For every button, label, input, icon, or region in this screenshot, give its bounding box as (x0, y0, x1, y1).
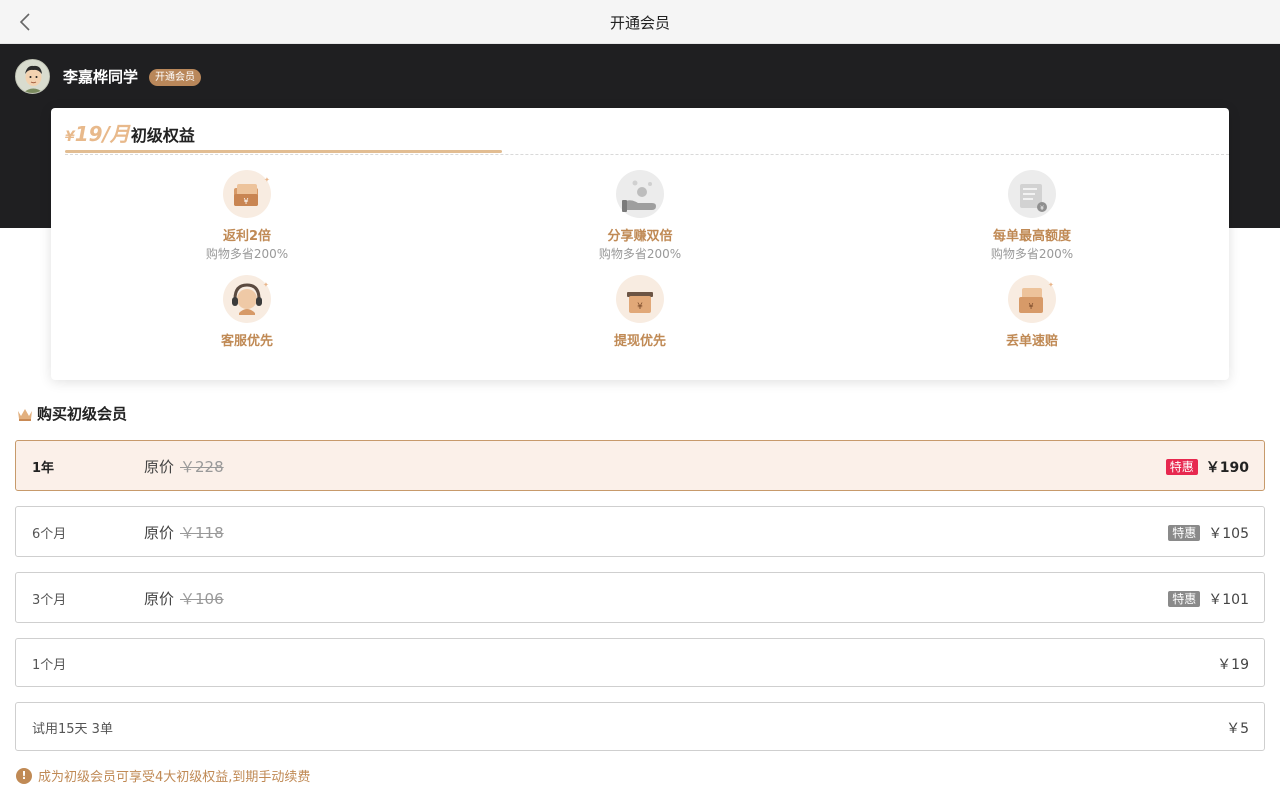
plan-term: 6个月 (32, 527, 67, 542)
benefit-name: 每单最高额度 (992, 229, 1071, 244)
plan-price: ￥101 (1208, 592, 1249, 608)
document-coin-icon: ¥ (1008, 170, 1056, 218)
plan-option-1-month[interactable]: 1个月 ￥19 (15, 638, 1265, 687)
page-title: 开通会员 (609, 14, 670, 32)
headset-icon: ✦ (223, 275, 271, 323)
benefit-item: ¥ 每单最高额度 购物多省200% (932, 170, 1132, 262)
info-icon: ! (16, 767, 32, 784)
plan-term: 试用15天 3单 (32, 722, 113, 737)
share-hand-icon (616, 170, 664, 218)
plan-price-group: ￥19 (1217, 654, 1249, 674)
plan-price-group: 特惠 ￥101 (1168, 589, 1249, 609)
divider (65, 154, 1229, 155)
plan-price: ￥5 (1226, 721, 1249, 737)
benefit-name: 丢单速赔 (1005, 334, 1058, 349)
benefit-item: ¥ ✦ 返利2倍 购物多省200% (147, 170, 347, 262)
benefit-name: 返利2倍 (222, 229, 272, 244)
tier-title: 初级权益 (130, 126, 195, 145)
benefit-desc: 购物多省200% (990, 247, 1074, 261)
benefit-item: ✦ 客服优先 (147, 275, 347, 349)
plan-price-group: ￥5 (1226, 718, 1249, 738)
sale-badge: 特惠 (1168, 591, 1201, 607)
plan-term: 1个月 (32, 658, 67, 673)
sale-badge: 特惠 (1165, 459, 1198, 475)
cash-box-icon: ¥ (616, 275, 664, 323)
wallet-coin-icon: ¥ ✦ (223, 170, 271, 218)
svg-text:¥: ¥ (637, 302, 643, 312)
plan-option-1-year[interactable]: 1年 原价 ￥228 特惠 ￥190 (15, 440, 1265, 491)
plan-term: 1年 (32, 461, 55, 476)
plan-original-price: 原价 ￥228 (144, 458, 224, 476)
nav-bar: 开通会员 (0, 0, 1280, 44)
plan-term: 3个月 (32, 593, 67, 608)
benefit-desc: 购物多省200% (598, 247, 682, 261)
benefit-item: ¥ 提现优先 (540, 275, 740, 349)
plan-price: ￥105 (1208, 526, 1249, 542)
benefit-name: 提现优先 (613, 334, 666, 349)
membership-notice: ! 成为初级会员可享受4大初级权益,到期手动续费 (16, 766, 310, 785)
plan-price-group: 特惠 ￥190 (1165, 457, 1249, 477)
benefits-card: ¥19/月 初级权益 ¥ ✦ 返利2倍 购物多省200% 分享赚双倍 购物多省2… (51, 108, 1229, 380)
plan-original-price: 原价 ￥106 (144, 590, 224, 608)
plan-original-price: 原价 ￥118 (144, 524, 224, 542)
benefit-item: 分享赚双倍 购物多省200% (540, 170, 740, 262)
tier-price: ¥19/月 (65, 122, 130, 146)
open-membership-badge[interactable]: 开通会员 (149, 69, 201, 86)
username: 李嘉桦同学 (63, 68, 139, 86)
plan-price: ￥190 (1205, 460, 1249, 476)
plan-option-trial[interactable]: 试用15天 3单 ￥5 (15, 702, 1265, 751)
svg-text:✦: ✦ (263, 281, 269, 289)
avatar (15, 59, 50, 94)
benefit-name: 客服优先 (220, 334, 273, 349)
svg-text:¥: ¥ (1028, 302, 1033, 311)
card-header: ¥19/月 初级权益 (65, 118, 195, 154)
tab-underline (65, 150, 502, 153)
plan-price-group: 特惠 ￥105 (1168, 523, 1249, 543)
svg-text:✦: ✦ (1048, 281, 1054, 289)
svg-text:¥: ¥ (1040, 205, 1044, 212)
plan-option-6-months[interactable]: 6个月 原价 ￥118 特惠 ￥105 (15, 506, 1265, 557)
purchase-title-text: 购买初级会员 (37, 405, 128, 423)
crown-icon (18, 408, 32, 421)
notice-text: 成为初级会员可享受4大初级权益,到期手动续费 (38, 770, 311, 785)
svg-text:¥: ¥ (243, 197, 248, 206)
svg-text:✦: ✦ (264, 176, 270, 184)
benefit-name: 分享赚双倍 (607, 229, 673, 244)
benefit-desc: 购物多省200% (205, 247, 289, 261)
wallet-coin-icon: ¥ ✦ (1008, 275, 1056, 323)
benefit-item: ¥ ✦ 丢单速赔 (932, 275, 1132, 349)
purchase-section-title: 购买初级会员 (16, 403, 127, 424)
sale-badge: 特惠 (1168, 525, 1201, 541)
plan-price: ￥19 (1217, 657, 1249, 673)
plan-option-3-months[interactable]: 3个月 原价 ￥106 特惠 ￥101 (15, 572, 1265, 623)
